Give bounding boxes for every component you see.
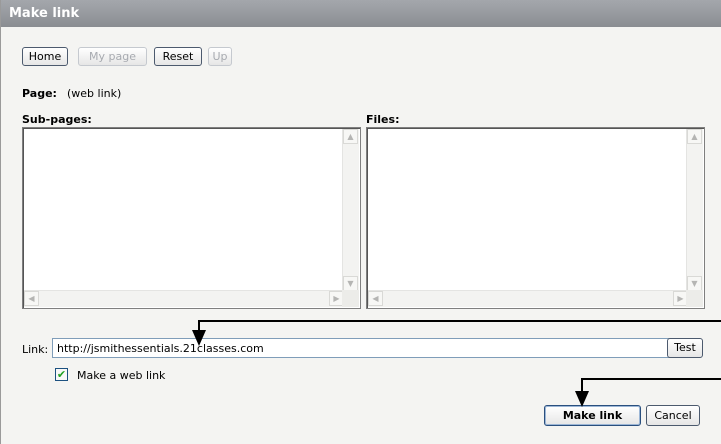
arrow-pointer-icon — [192, 320, 721, 346]
annotation-arrows — [192, 320, 721, 407]
arrow-pointer-icon — [575, 378, 721, 407]
